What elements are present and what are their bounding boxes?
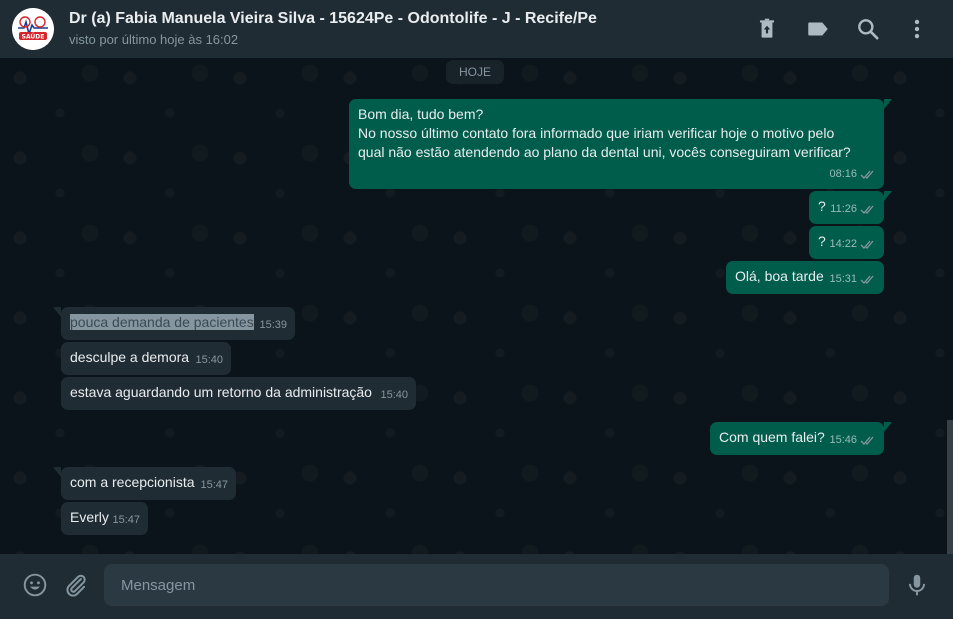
avatar-logo-icon: SAÚDE — [12, 8, 54, 50]
message-incoming[interactable]: desculpe a demora 15:40 — [61, 342, 231, 375]
message-outgoing[interactable]: Bom dia, tudo bem? No nosso último conta… — [349, 99, 892, 189]
message-incoming[interactable]: Everly 15:47 — [61, 502, 148, 535]
message-time: 15:47 — [112, 514, 140, 526]
message-input[interactable] — [104, 564, 889, 606]
avatar[interactable]: SAÚDE — [12, 8, 54, 50]
message-list[interactable]: HOJE Bom dia, tudo bem? No nosso último … — [0, 58, 953, 554]
message-time: 15:46 — [829, 434, 857, 446]
message-text: estava aguardando um retorno da administ… — [70, 384, 372, 400]
read-ticks-icon — [860, 205, 874, 214]
delete-button[interactable] — [754, 16, 780, 42]
message-time: 15:47 — [200, 479, 228, 491]
menu-icon — [914, 19, 920, 39]
read-ticks-icon — [860, 275, 874, 284]
message-text-highlighted: pouca demanda de pacientes — [70, 314, 254, 330]
message-incoming[interactable]: com a recepcionista 15:47 — [53, 467, 236, 500]
emoji-icon — [23, 573, 47, 597]
message-time: 15:31 — [829, 273, 857, 285]
delete-icon — [759, 18, 775, 38]
message-time: 15:40 — [195, 354, 223, 366]
read-ticks-icon — [860, 240, 874, 249]
label-button[interactable] — [805, 16, 831, 42]
attach-button[interactable] — [63, 572, 89, 598]
search-icon — [858, 19, 879, 40]
voice-record-button[interactable] — [904, 572, 930, 598]
message-outgoing[interactable]: Olá, boa tarde 15:31 — [726, 261, 884, 294]
last-seen-status: visto por último hoje às 16:02 — [69, 32, 239, 47]
attach-icon — [66, 574, 86, 597]
scrollbar[interactable] — [947, 420, 953, 554]
read-ticks-icon — [860, 170, 874, 179]
message-outgoing[interactable]: Com quem falei? 15:46 — [710, 422, 892, 455]
mic-icon — [908, 574, 926, 596]
message-time: 11:26 — [830, 203, 857, 215]
menu-button[interactable] — [904, 16, 930, 42]
read-ticks-icon — [860, 436, 874, 445]
message-time: 14:22 — [829, 238, 857, 250]
date-divider: HOJE — [446, 60, 505, 84]
chat-header: SAÚDE Dr (a) Fabia Manuela Vieira Silva … — [0, 0, 953, 58]
label-icon — [808, 22, 828, 36]
message-outgoing[interactable]: ? 11:26 — [809, 191, 892, 224]
contact-name[interactable]: Dr (a) Fabia Manuela Vieira Silva - 1562… — [69, 10, 597, 28]
search-button[interactable] — [855, 16, 881, 42]
message-time: 08:16 — [829, 168, 857, 180]
emoji-button[interactable] — [22, 572, 48, 598]
message-time: 15:40 — [380, 389, 408, 401]
compose-bar — [0, 554, 953, 619]
message-text: Bom dia, tudo bem? No nosso último conta… — [358, 106, 851, 160]
message-incoming[interactable]: pouca demanda de pacientes 15:39 — [53, 307, 295, 340]
avatar-text: SAÚDE — [22, 34, 45, 41]
message-incoming[interactable]: estava aguardando um retorno da administ… — [61, 377, 416, 410]
message-time: 15:39 — [259, 319, 287, 331]
message-outgoing[interactable]: ? 14:22 — [809, 226, 884, 259]
